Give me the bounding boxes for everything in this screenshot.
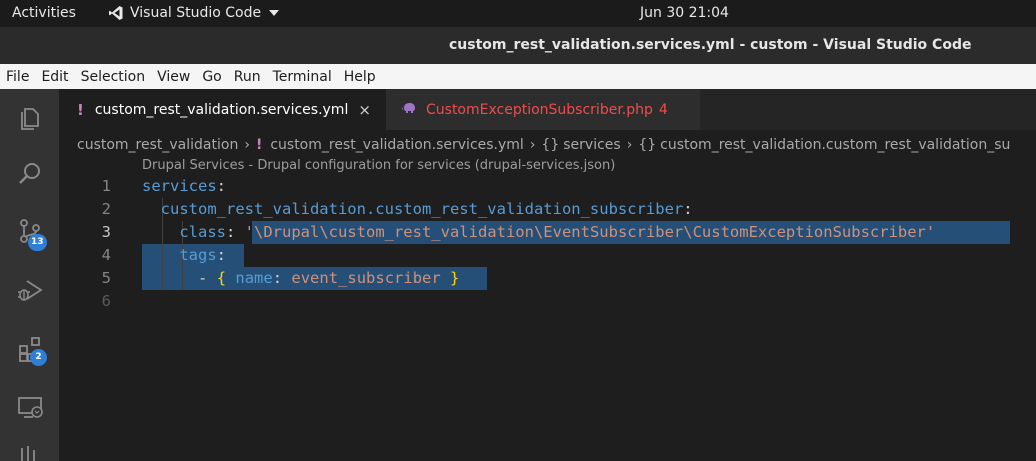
chevron-down-icon (269, 10, 280, 16)
testing-icon (20, 446, 35, 461)
yaml-file-icon: ! (77, 100, 84, 119)
source-control-badge: 13 (28, 234, 47, 251)
code-line-2: 2 custom_rest_validation.custom_rest_val… (59, 198, 1036, 221)
object-symbol-icon: {} (638, 137, 657, 153)
object-symbol-icon: {} (541, 137, 560, 153)
menu-bar: File Edit Selection View Go Run Terminal… (0, 64, 1036, 89)
problem-count: 4 (658, 101, 668, 118)
breadcrumb-folder[interactable]: custom_rest_validation (77, 137, 238, 153)
line-number: 5 (101, 269, 111, 287)
menu-selection[interactable]: Selection (81, 69, 146, 85)
breadcrumb-symbol-services[interactable]: services (563, 137, 620, 153)
line-number: 1 (101, 177, 111, 195)
yaml-key: services (142, 177, 217, 195)
yaml-file-icon: ! (255, 137, 263, 153)
menu-file[interactable]: File (6, 69, 29, 85)
clock[interactable]: Jun 30 21:04 (640, 5, 729, 21)
activity-remote-explorer[interactable] (0, 383, 59, 431)
code-line-4: 4 tags: (59, 244, 1036, 267)
menu-terminal[interactable]: Terminal (273, 69, 332, 85)
window-title-bar: custom_rest_validation.services.yml - cu… (0, 27, 1036, 64)
close-icon[interactable]: × (358, 101, 371, 119)
chevron-right-icon: › (529, 137, 536, 153)
tab-services-yml[interactable]: ! custom_rest_validation.services.yml × (59, 89, 386, 130)
line-number: 3 (101, 223, 111, 241)
activity-extensions[interactable]: 2 (0, 325, 59, 373)
chevron-right-icon: › (626, 137, 633, 153)
window-title: custom_rest_validation.services.yml - cu… (449, 37, 972, 53)
search-icon (18, 163, 40, 184)
line-number: 2 (101, 200, 111, 218)
breadcrumb-file[interactable]: custom_rest_validation.services.yml (270, 137, 523, 153)
code-line-5: 5 - { name: event_subscriber } (59, 267, 1036, 290)
yaml-key: class (179, 223, 226, 241)
menu-edit[interactable]: Edit (41, 69, 68, 85)
breadcrumb-symbol-subscriber[interactable]: custom_rest_validation.custom_rest_valid… (660, 137, 1010, 153)
menu-go[interactable]: Go (202, 69, 221, 85)
yaml-brace-close: } (450, 269, 460, 287)
menu-view[interactable]: View (157, 69, 190, 85)
app-name: Visual Studio Code (130, 5, 262, 21)
app-menu[interactable]: Visual Studio Code (108, 5, 280, 21)
tab-exception-subscriber-php[interactable]: CustomExceptionSubscriber.php 4 (386, 89, 700, 130)
activity-bar: 13 2 (0, 89, 59, 461)
activity-explorer[interactable] (0, 93, 59, 141)
php-elephant-icon (402, 102, 416, 118)
schema-codelens[interactable]: Drupal Services - Drupal configuration f… (142, 158, 615, 173)
line-number: 6 (101, 292, 111, 310)
extensions-badge: 2 (30, 349, 47, 366)
line-number: 4 (101, 246, 111, 264)
yaml-dash: - (198, 269, 208, 287)
code-editor[interactable]: 1 services: 2 custom_rest_validation.cus… (59, 175, 1036, 461)
editor-tabs: ! custom_rest_validation.services.yml × … (59, 89, 1036, 130)
activity-more[interactable] (0, 437, 59, 461)
code-line-3: 3 class: '\Drupal\custom_rest_validation… (59, 221, 1036, 244)
remote-explorer-icon (17, 397, 43, 418)
tab-label: custom_rest_validation.services.yml (94, 101, 349, 118)
activity-search[interactable] (0, 150, 59, 198)
breadcrumb: custom_rest_validation › ! custom_rest_v… (77, 135, 1010, 155)
code-line-1: 1 services: (59, 175, 1036, 198)
yaml-key: name (235, 269, 273, 287)
activities-button[interactable]: Activities (12, 5, 76, 21)
yaml-string-value: event_subscriber (291, 269, 441, 287)
tab-label: CustomExceptionSubscriber.php (426, 101, 653, 118)
yaml-key: tags (179, 246, 217, 264)
menu-help[interactable]: Help (344, 69, 376, 85)
explorer-icon (20, 108, 39, 130)
code-line-6: 6 (59, 290, 1036, 313)
yaml-key: custom_rest_validation.custom_rest_valid… (160, 200, 684, 218)
system-top-bar: Activities Visual Studio Code Jun 30 21:… (0, 0, 1036, 27)
yaml-string-value: '\Drupal\custom_rest_validation\EventSub… (244, 223, 936, 241)
activity-run-debug[interactable] (0, 266, 59, 314)
activity-source-control[interactable]: 13 (0, 207, 59, 255)
menu-run[interactable]: Run (234, 69, 261, 85)
yaml-brace-open: { (216, 269, 227, 287)
run-debug-icon (17, 280, 43, 301)
vscode-logo-icon (109, 6, 123, 20)
chevron-right-icon: › (244, 137, 250, 153)
